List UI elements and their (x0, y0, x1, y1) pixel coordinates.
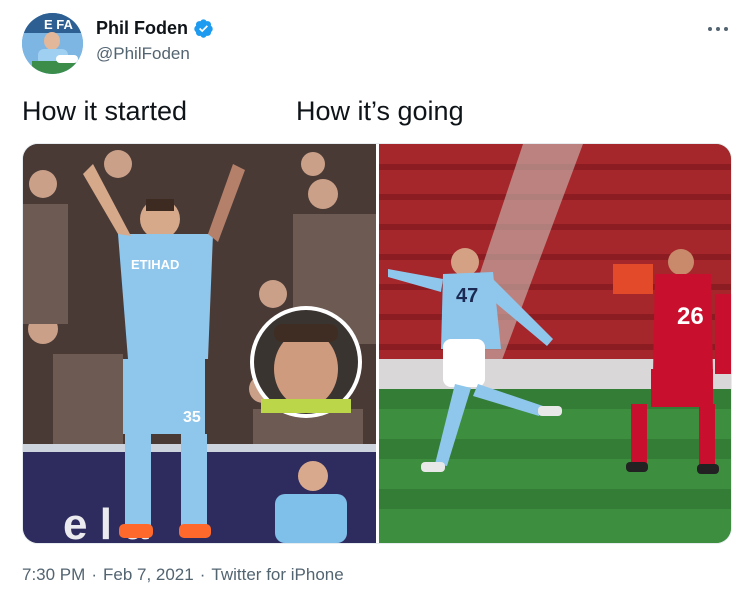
meta-separator: · (91, 565, 97, 584)
meta-separator: · (199, 565, 206, 584)
caption-how-its-going: How it’s going (296, 96, 464, 126)
tweet-time[interactable]: 7:30 PM (22, 565, 85, 585)
svg-text:E FA: E FA (44, 17, 74, 32)
tweet-date[interactable]: Feb 7, 2021 (103, 565, 194, 585)
avatar[interactable]: E FA (22, 13, 83, 74)
tweet-media[interactable]: e l a ETIHAD 35 47 26 (22, 143, 732, 544)
author-name-row[interactable]: Phil Foden (96, 18, 214, 39)
author-display-name[interactable]: Phil Foden (96, 18, 188, 39)
player-number: 47 (456, 285, 478, 307)
photo-how-its-going[interactable]: 47 26 (379, 144, 731, 543)
tweet-metadata: 7:30 PM · Feb 7, 2021 · Twitter for iPho… (22, 565, 344, 585)
photo-how-it-started[interactable]: e l a ETIHAD 35 (23, 144, 376, 543)
author-handle[interactable]: @PhilFoden (96, 44, 190, 64)
left-shirt-number: 35 (183, 409, 201, 426)
verified-badge-icon (194, 19, 213, 38)
more-options-icon[interactable] (706, 22, 730, 36)
tweet-source-link[interactable]: Twitter for iPhone (211, 565, 343, 585)
opponent-number: 26 (677, 303, 704, 330)
kit-sponsor-text: ETIHAD (131, 257, 179, 272)
caption-how-it-started: How it started (22, 96, 188, 126)
